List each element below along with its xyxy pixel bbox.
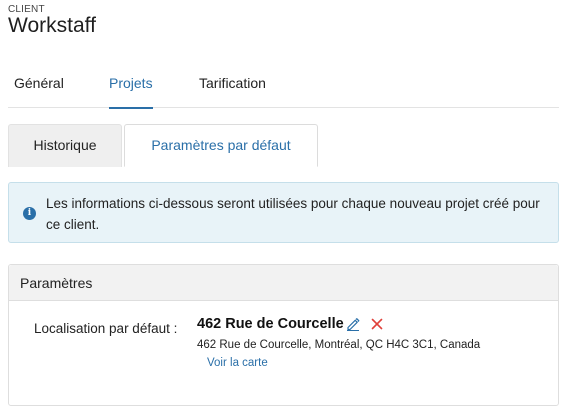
settings-panel: Paramètres Localisation par défaut : 462… bbox=[8, 264, 559, 406]
panel-title: Paramètres bbox=[20, 275, 93, 291]
page-title: Workstaff bbox=[8, 14, 96, 37]
location-address: 462 Rue de Courcelle, Montréal, QC H4C 3… bbox=[197, 339, 481, 351]
panel-header: Paramètres bbox=[9, 265, 558, 301]
subtab-historique[interactable]: Historique bbox=[8, 124, 122, 167]
location-name: 462 Rue de Courcelle bbox=[197, 316, 344, 332]
sub-tabs: Historique Paramètres par défaut bbox=[8, 124, 559, 167]
tab-tarification[interactable]: Tarification bbox=[199, 64, 266, 108]
main-tabs: Général Projets Tarification bbox=[8, 64, 559, 109]
location-label: Localisation par défaut : bbox=[34, 321, 178, 336]
info-text: Les informations ci-dessous seront utili… bbox=[46, 196, 540, 232]
info-alert: i Les informations ci-dessous seront uti… bbox=[8, 182, 559, 243]
subtab-parametres-defaut[interactable]: Paramètres par défaut bbox=[124, 124, 318, 167]
tab-general[interactable]: Général bbox=[14, 64, 64, 108]
tab-projets[interactable]: Projets bbox=[109, 64, 153, 109]
pencil-icon[interactable] bbox=[346, 317, 360, 331]
close-icon[interactable] bbox=[370, 317, 384, 331]
info-icon: i bbox=[23, 207, 36, 220]
view-map-link[interactable]: Voir la carte bbox=[207, 357, 268, 369]
